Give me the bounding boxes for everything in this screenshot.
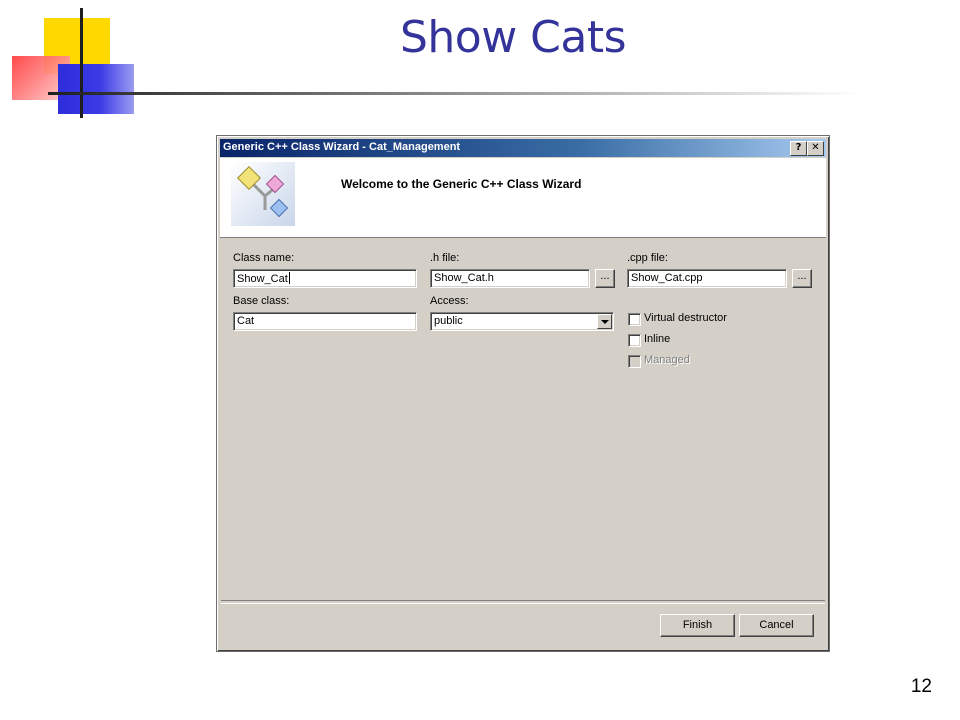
slide-title: Show Cats: [399, 12, 627, 63]
decor-blue-square: [58, 64, 134, 114]
footer-separator: [221, 600, 825, 604]
h-file-label: .h file:: [430, 252, 460, 264]
access-label: Access:: [430, 295, 469, 307]
virtual-destructor-checkbox[interactable]: [628, 313, 641, 326]
text-caret: [288, 272, 290, 284]
class-wizard-icon: [231, 162, 295, 226]
wizard-banner: Welcome to the Generic C++ Class Wizard: [220, 158, 826, 238]
cancel-button[interactable]: Cancel: [739, 614, 814, 637]
access-select[interactable]: public: [430, 312, 614, 331]
class-name-input[interactable]: Show_Cat: [233, 269, 417, 288]
cpp-file-browse-button[interactable]: ...: [792, 269, 812, 288]
virtual-destructor-label[interactable]: Virtual destructor: [644, 312, 727, 324]
managed-label: Managed: [644, 354, 690, 366]
dialog-titlebar[interactable]: Generic C++ Class Wizard - Cat_Managemen…: [220, 139, 826, 157]
help-button[interactable]: ?: [790, 141, 807, 156]
help-icon: ?: [795, 142, 802, 153]
cpp-file-label: .cpp file:: [627, 252, 668, 264]
inline-checkbox[interactable]: [628, 334, 641, 347]
class-name-value: Show_Cat: [237, 273, 288, 285]
cpp-file-input[interactable]: Show_Cat.cpp: [627, 269, 787, 288]
banner-title: Welcome to the Generic C++ Class Wizard: [341, 177, 582, 191]
base-class-input[interactable]: Cat: [233, 312, 417, 331]
base-class-label: Base class:: [233, 295, 290, 307]
finish-button[interactable]: Finish: [660, 614, 735, 637]
dialog-title: Generic C++ Class Wizard - Cat_Managemen…: [223, 141, 461, 153]
page-number: 12: [910, 676, 932, 697]
class-name-label: Class name:: [233, 252, 295, 264]
managed-checkbox: [628, 355, 641, 368]
close-button[interactable]: ✕: [807, 141, 824, 156]
inline-label[interactable]: Inline: [644, 333, 670, 345]
close-icon: ✕: [811, 142, 820, 153]
h-file-input[interactable]: Show_Cat.h: [430, 269, 590, 288]
chevron-down-icon[interactable]: [597, 314, 612, 329]
class-wizard-dialog: Generic C++ Class Wizard - Cat_Managemen…: [216, 135, 830, 652]
decor-horizontal-line: [48, 92, 860, 95]
access-selected-value: public: [434, 315, 463, 327]
h-file-browse-button[interactable]: ...: [595, 269, 615, 288]
